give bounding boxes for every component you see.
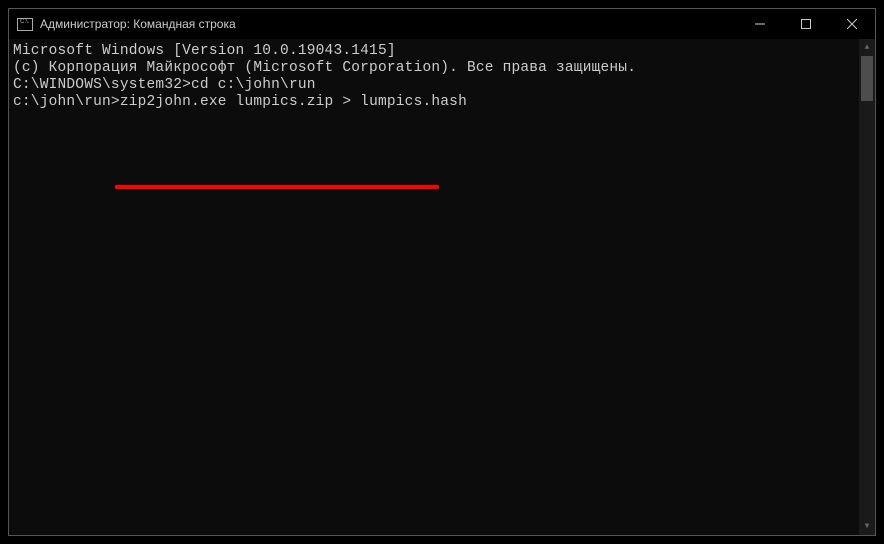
titlebar[interactable]: C:\. Администратор: Командная строка	[9, 9, 875, 39]
scroll-thumb[interactable]	[861, 56, 873, 101]
maximize-icon	[801, 19, 811, 29]
client-area: Microsoft Windows [Version 10.0.19043.14…	[9, 39, 875, 535]
command-text: cd c:\john\run	[191, 77, 316, 93]
close-icon	[847, 19, 857, 29]
scroll-track[interactable]	[859, 56, 875, 518]
output-line: c:\john\run>zip2john.exe lumpics.zip > l…	[13, 94, 855, 111]
prompt: c:\john\run>	[13, 94, 120, 110]
annotation-underline	[115, 185, 439, 189]
output-line: (c) Корпорация Майкрософт (Microsoft Cor…	[13, 60, 855, 77]
vertical-scrollbar[interactable]: ▲ ▼	[859, 39, 875, 535]
minimize-button[interactable]	[737, 9, 783, 39]
cmd-icon: C:\.	[17, 18, 33, 31]
scroll-up-arrow[interactable]: ▲	[859, 39, 875, 56]
output-line: C:\WINDOWS\system32>cd c:\john\run	[13, 77, 855, 94]
output-line: Microsoft Windows [Version 10.0.19043.14…	[13, 43, 855, 60]
terminal-output[interactable]: Microsoft Windows [Version 10.0.19043.14…	[9, 39, 859, 535]
minimize-icon	[755, 19, 765, 29]
maximize-button[interactable]	[783, 9, 829, 39]
close-button[interactable]	[829, 9, 875, 39]
command-text: zip2john.exe lumpics.zip > lumpics.hash	[120, 94, 467, 110]
prompt: C:\WINDOWS\system32>	[13, 77, 191, 93]
window-title: Администратор: Командная строка	[40, 17, 236, 31]
scroll-down-arrow[interactable]: ▼	[859, 518, 875, 535]
command-prompt-window: C:\. Администратор: Командная строка Mic…	[8, 8, 876, 536]
